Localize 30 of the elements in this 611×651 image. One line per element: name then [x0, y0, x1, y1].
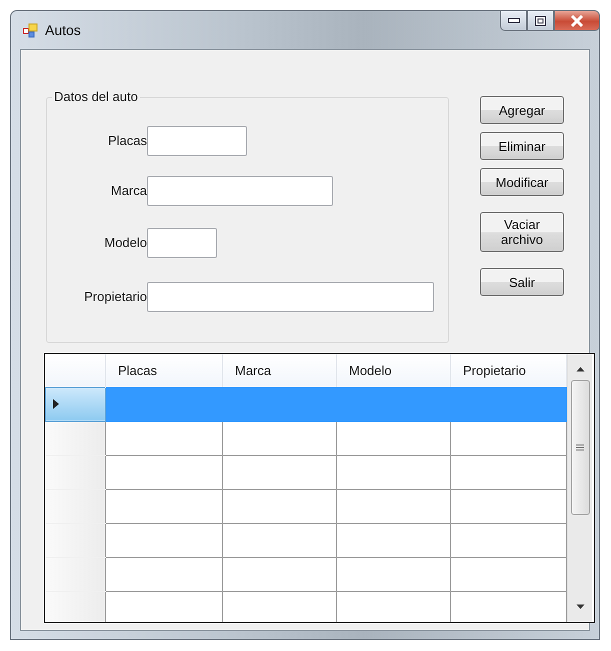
close-button[interactable]	[554, 10, 600, 31]
action-button[interactable]: Modificar	[480, 168, 564, 196]
scrollbar-thumb[interactable]	[570, 380, 590, 515]
action-button[interactable]: Eliminar	[480, 132, 564, 160]
column-header[interactable]: Placas	[106, 354, 222, 387]
close-icon	[570, 14, 584, 26]
maximize-icon	[535, 16, 546, 26]
minimize-button[interactable]	[500, 10, 527, 31]
text-field[interactable]	[147, 282, 434, 312]
field-label: Placas	[106, 132, 147, 150]
column-header[interactable]: Modelo	[336, 354, 450, 387]
text-field[interactable]	[147, 228, 217, 258]
minimize-icon	[508, 18, 520, 23]
field-label: Modelo	[103, 234, 147, 252]
maximize-button[interactable]	[527, 10, 554, 31]
action-button[interactable]: Agregar	[480, 96, 564, 124]
field-label: Propietario	[83, 288, 147, 306]
scroll-down-icon[interactable]	[576, 604, 584, 610]
current-row-icon	[53, 399, 59, 409]
column-header[interactable]: Propietario	[450, 354, 566, 387]
scroll-up-icon[interactable]	[576, 366, 584, 372]
action-button[interactable]: Salir	[480, 268, 564, 296]
field-label: Marca	[110, 182, 147, 200]
action-button[interactable]: Vaciar archivo	[480, 212, 564, 252]
text-field[interactable]	[147, 176, 333, 206]
row-header[interactable]	[46, 387, 106, 421]
app-icon	[23, 22, 39, 38]
window-title: Autos	[45, 20, 81, 40]
text-field[interactable]	[147, 126, 247, 156]
column-header[interactable]: Marca	[222, 354, 336, 387]
